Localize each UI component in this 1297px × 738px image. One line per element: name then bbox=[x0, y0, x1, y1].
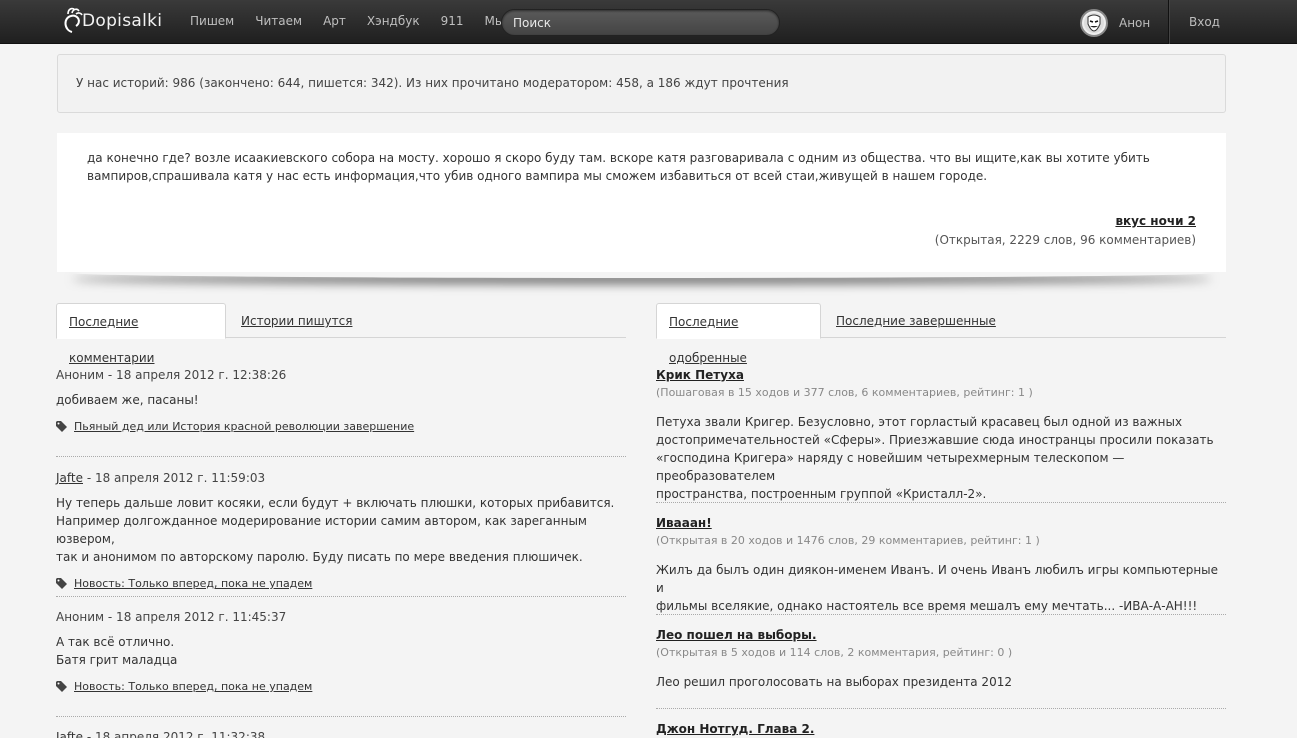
story-title-link[interactable]: Джон Нотгуд. Глава 2. bbox=[656, 722, 814, 736]
site-logo[interactable]: Dopisalki bbox=[62, 4, 162, 38]
nav-item-art[interactable]: Арт bbox=[323, 14, 346, 28]
comment-author-link[interactable]: Jafte bbox=[56, 471, 83, 485]
tag-icon bbox=[56, 421, 67, 432]
comment-header: Jafte - 18 апреля 2012 г. 11:59:03 bbox=[56, 471, 626, 485]
tab-latest-approved[interactable]: Последние одобренные bbox=[656, 303, 821, 365]
featured-excerpt: да конечно где? возле исаакиевского собо… bbox=[87, 151, 1150, 183]
user-menu[interactable]: Анон bbox=[1080, 9, 1150, 37]
story-excerpt: Жилъ да былъ один диякон-именем Иванъ. И… bbox=[656, 561, 1226, 615]
comment-story-ref: Новость: Только вперед, пока не упадем bbox=[56, 680, 626, 693]
site-stats-box: У нас историй: 986 (закончено: 644, пише… bbox=[57, 54, 1226, 113]
comment-author-link[interactable]: Jafte bbox=[56, 730, 83, 738]
comment-line: Например долгожданное модерирование исто… bbox=[56, 514, 587, 546]
nav-item-read[interactable]: Читаем bbox=[255, 14, 302, 28]
comment-line: добиваем же, пасаны! bbox=[56, 393, 199, 407]
story-meta: (Открытая в 20 ходов и 1476 слов, 29 ком… bbox=[656, 534, 1040, 547]
comment-text: добиваем же, пасаны! bbox=[56, 391, 626, 409]
story-line: Лео решил проголосовать на выборах прези… bbox=[656, 675, 1012, 689]
story-meta: (Пошаговая в 15 ходов и 377 слов, 6 комм… bbox=[656, 386, 1033, 399]
comment-header: Аноним - 18 апреля 2012 г. 11:45:37 bbox=[56, 610, 626, 624]
tag-icon bbox=[56, 578, 67, 589]
story-item: Крик Петуха (Пошаговая в 15 ходов и 377 … bbox=[656, 368, 1226, 503]
divider bbox=[656, 708, 1226, 709]
comment-author: Аноним bbox=[56, 368, 105, 382]
story-line: «господина Кригера» наряду с новейшим че… bbox=[656, 451, 1125, 483]
nav-item-handbook[interactable]: Хэндбук bbox=[367, 14, 420, 28]
tab-latest-comments[interactable]: Последние комментарии bbox=[56, 303, 226, 365]
comment-date: - 18 апреля 2012 г. 11:45:37 bbox=[104, 610, 287, 624]
comment-item: Аноним - 18 апреля 2012 г. 12:38:26 доби… bbox=[56, 368, 626, 433]
nav-item-write[interactable]: Пишем bbox=[190, 14, 234, 28]
user-name: Анон bbox=[1119, 16, 1151, 30]
divider bbox=[56, 456, 626, 457]
site-stats-text: У нас историй: 986 (закончено: 644, пише… bbox=[76, 76, 789, 90]
comment-text: Ну теперь дальше ловит косяки, если буду… bbox=[56, 494, 626, 566]
comment-line: так и анонимом по авторскому паролю. Буд… bbox=[56, 550, 583, 564]
comment-date: - 18 апреля 2012 г. 11:32:38 bbox=[83, 730, 266, 738]
comment-item: Аноним - 18 апреля 2012 г. 11:45:37 А та… bbox=[56, 610, 626, 693]
search-box bbox=[501, 9, 780, 36]
tag-icon bbox=[56, 681, 67, 692]
story-excerpt: Петуха звали Кригер. Безусловно, этот го… bbox=[656, 413, 1226, 503]
tab-stories-in-progress[interactable]: Истории пишутся bbox=[229, 303, 364, 338]
comment-story-link[interactable]: Новость: Только вперед, пока не упадем bbox=[74, 680, 312, 693]
comment-date: - 18 апреля 2012 г. 12:38:26 bbox=[104, 368, 287, 382]
story-title-link[interactable]: Ивааан! bbox=[656, 516, 712, 530]
tab-latest-finished[interactable]: Последние завершенные bbox=[824, 303, 1008, 338]
comment-date: - 18 апреля 2012 г. 11:59:03 bbox=[83, 471, 266, 485]
search-input[interactable] bbox=[502, 10, 779, 35]
featured-story-meta: (Открытая, 2229 слов, 96 комментариев) bbox=[934, 233, 1196, 247]
story-title-link[interactable]: Крик Петуха bbox=[656, 368, 744, 382]
stories-tabs: Последние одобренные Последние завершенн… bbox=[656, 303, 1226, 365]
comment-line: Ну теперь дальше ловит косяки, если буду… bbox=[56, 496, 615, 510]
comment-author: Аноним bbox=[56, 610, 105, 624]
story-line: Петуха звали Кригер. Безусловно, этот го… bbox=[656, 415, 1183, 429]
comment-item: Jafte - 18 апреля 2012 г. 11:32:38 bbox=[56, 730, 626, 738]
nav-divider bbox=[1168, 0, 1169, 44]
logo-text: Dopisalki bbox=[82, 11, 163, 31]
story-line: достопримечательностей «Сферы». Приезжав… bbox=[656, 433, 1214, 447]
login-link[interactable]: Вход bbox=[1189, 15, 1220, 29]
nav-item-911[interactable]: 911 bbox=[441, 14, 464, 28]
story-item: Лео пошел на выборы. (Открытая в 5 ходов… bbox=[656, 628, 1226, 691]
anonymous-mask-icon bbox=[1084, 13, 1104, 33]
divider bbox=[656, 614, 1226, 615]
story-line: пространства, построенным группой «Крист… bbox=[656, 487, 987, 501]
comment-line: Батя грит маладца bbox=[56, 653, 178, 667]
story-line: Жилъ да былъ один диякон-именем Иванъ. И… bbox=[656, 563, 1219, 595]
comment-story-link[interactable]: Пьяный дед или История красной революции… bbox=[74, 420, 414, 433]
story-item: Ивааан! (Открытая в 20 ходов и 1476 слов… bbox=[656, 516, 1226, 615]
comments-tabs: Последние комментарии Истории пишутся bbox=[56, 303, 626, 365]
logo-mark-icon bbox=[64, 7, 83, 33]
divider bbox=[656, 502, 1226, 503]
comment-text: А так всё отлично. Батя грит маладца bbox=[56, 633, 626, 669]
story-line: фильмы вселякие, однако настоятель все в… bbox=[656, 599, 1198, 613]
comment-item: Jafte - 18 апреля 2012 г. 11:59:03 Ну те… bbox=[56, 471, 626, 590]
story-meta: (Открытая в 5 ходов и 114 слов, 2 коммен… bbox=[656, 646, 1013, 659]
comment-header: Jafte - 18 апреля 2012 г. 11:32:38 bbox=[56, 730, 626, 738]
main-nav: Пишем Читаем Арт Хэндбук 911 Мы bbox=[190, 14, 525, 28]
avatar bbox=[1080, 9, 1108, 37]
comment-story-link[interactable]: Новость: Только вперед, пока не упадем bbox=[74, 577, 312, 590]
comment-header: Аноним - 18 апреля 2012 г. 12:38:26 bbox=[56, 368, 626, 382]
story-item: Джон Нотгуд. Глава 2. bbox=[656, 722, 1226, 736]
featured-story-box: да конечно где? возле исаакиевского собо… bbox=[57, 133, 1226, 272]
story-excerpt: Лео решил проголосовать на выборах прези… bbox=[656, 673, 1226, 691]
top-navbar: Dopisalki Пишем Читаем Арт Хэндбук 911 М… bbox=[0, 0, 1297, 44]
comment-story-ref: Пьяный дед или История красной революции… bbox=[56, 420, 626, 433]
comment-line: А так всё отлично. bbox=[56, 635, 175, 649]
featured-story-link[interactable]: вкус ночи 2 bbox=[1115, 214, 1196, 228]
divider bbox=[56, 716, 626, 717]
story-title-link[interactable]: Лео пошел на выборы. bbox=[656, 628, 817, 642]
divider bbox=[56, 596, 626, 597]
comment-story-ref: Новость: Только вперед, пока не упадем bbox=[56, 577, 626, 590]
